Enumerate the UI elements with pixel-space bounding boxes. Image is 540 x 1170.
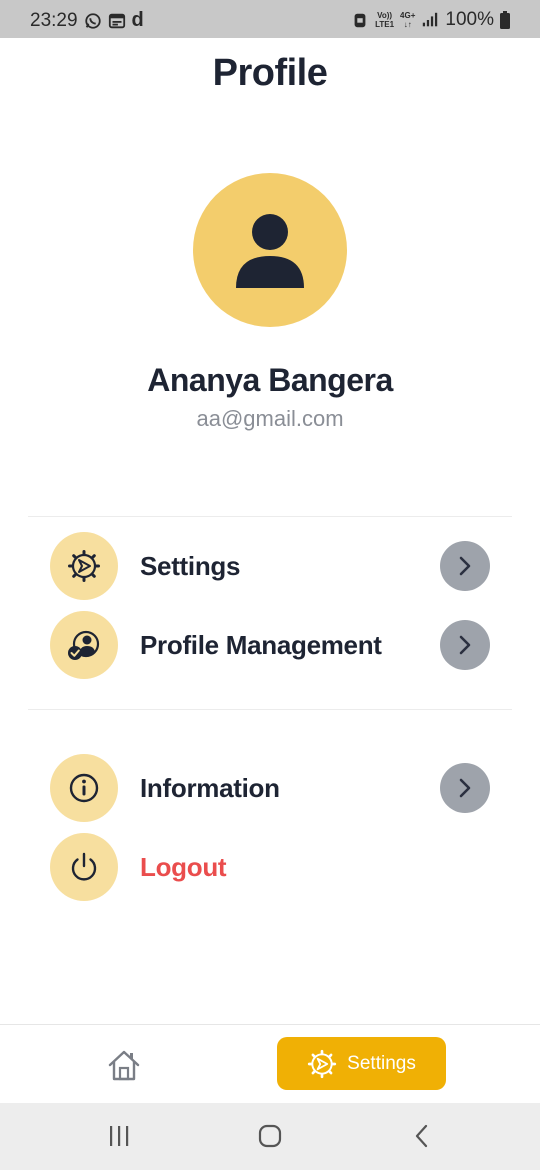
gear-icon (308, 1049, 337, 1078)
signal-icon (423, 12, 438, 27)
calendar-icon (108, 13, 125, 28)
power-icon (71, 852, 97, 881)
chevron-right-icon[interactable] (440, 541, 490, 591)
menu-label-information: Information (140, 772, 280, 803)
menu-item-information[interactable]: Information (50, 754, 490, 822)
lock-icon (354, 13, 366, 28)
recent-apps-button[interactable] (104, 1121, 134, 1151)
menu-label-profile-management: Profile Management (140, 629, 382, 660)
user-icon (236, 214, 304, 288)
home-icon (108, 1050, 140, 1081)
status-time: 23:29 (30, 9, 78, 31)
menu-label-logout: Logout (140, 851, 227, 882)
home-circle-icon (258, 1124, 282, 1148)
status-bar: 23:29 d Vo)) LTE1 4G+ ↓↑ 100% (0, 0, 540, 38)
divider (28, 709, 512, 710)
recent-apps-icon (110, 1126, 129, 1146)
chevron-right-icon[interactable] (440, 763, 490, 813)
system-nav-bar (0, 1103, 540, 1170)
user-name: Ananya Bangera (147, 362, 393, 398)
whatsapp-icon (84, 12, 101, 29)
back-icon (415, 1124, 428, 1148)
battery-icon (500, 11, 510, 29)
page-title: Profile (212, 52, 328, 94)
d-app-icon: d (131, 9, 144, 31)
nav-settings-label: Settings (347, 1052, 416, 1074)
nav-home-button[interactable] (104, 1047, 144, 1083)
network-indicator: Vo)) LTE1 (375, 11, 395, 29)
nav-settings-button[interactable]: Settings (277, 1037, 446, 1090)
menu-item-profile-management[interactable]: Profile Management (50, 611, 490, 679)
bottom-nav: Settings (0, 1024, 540, 1103)
home-system-button[interactable] (255, 1121, 285, 1151)
info-icon (69, 773, 99, 803)
user-check-icon (68, 630, 100, 660)
divider (28, 516, 512, 517)
battery-percent: 100% (445, 9, 494, 30)
user-email: aa@gmail.com (196, 406, 344, 431)
menu-item-logout[interactable]: Logout (50, 833, 490, 901)
menu-item-settings[interactable]: Settings (50, 532, 490, 600)
menu-label-settings: Settings (140, 550, 241, 581)
generation-indicator: 4G+ ↓↑ (400, 11, 416, 29)
gear-icon (68, 550, 100, 582)
chevron-right-icon[interactable] (440, 620, 490, 670)
back-button[interactable] (407, 1121, 437, 1151)
avatar (193, 173, 347, 327)
